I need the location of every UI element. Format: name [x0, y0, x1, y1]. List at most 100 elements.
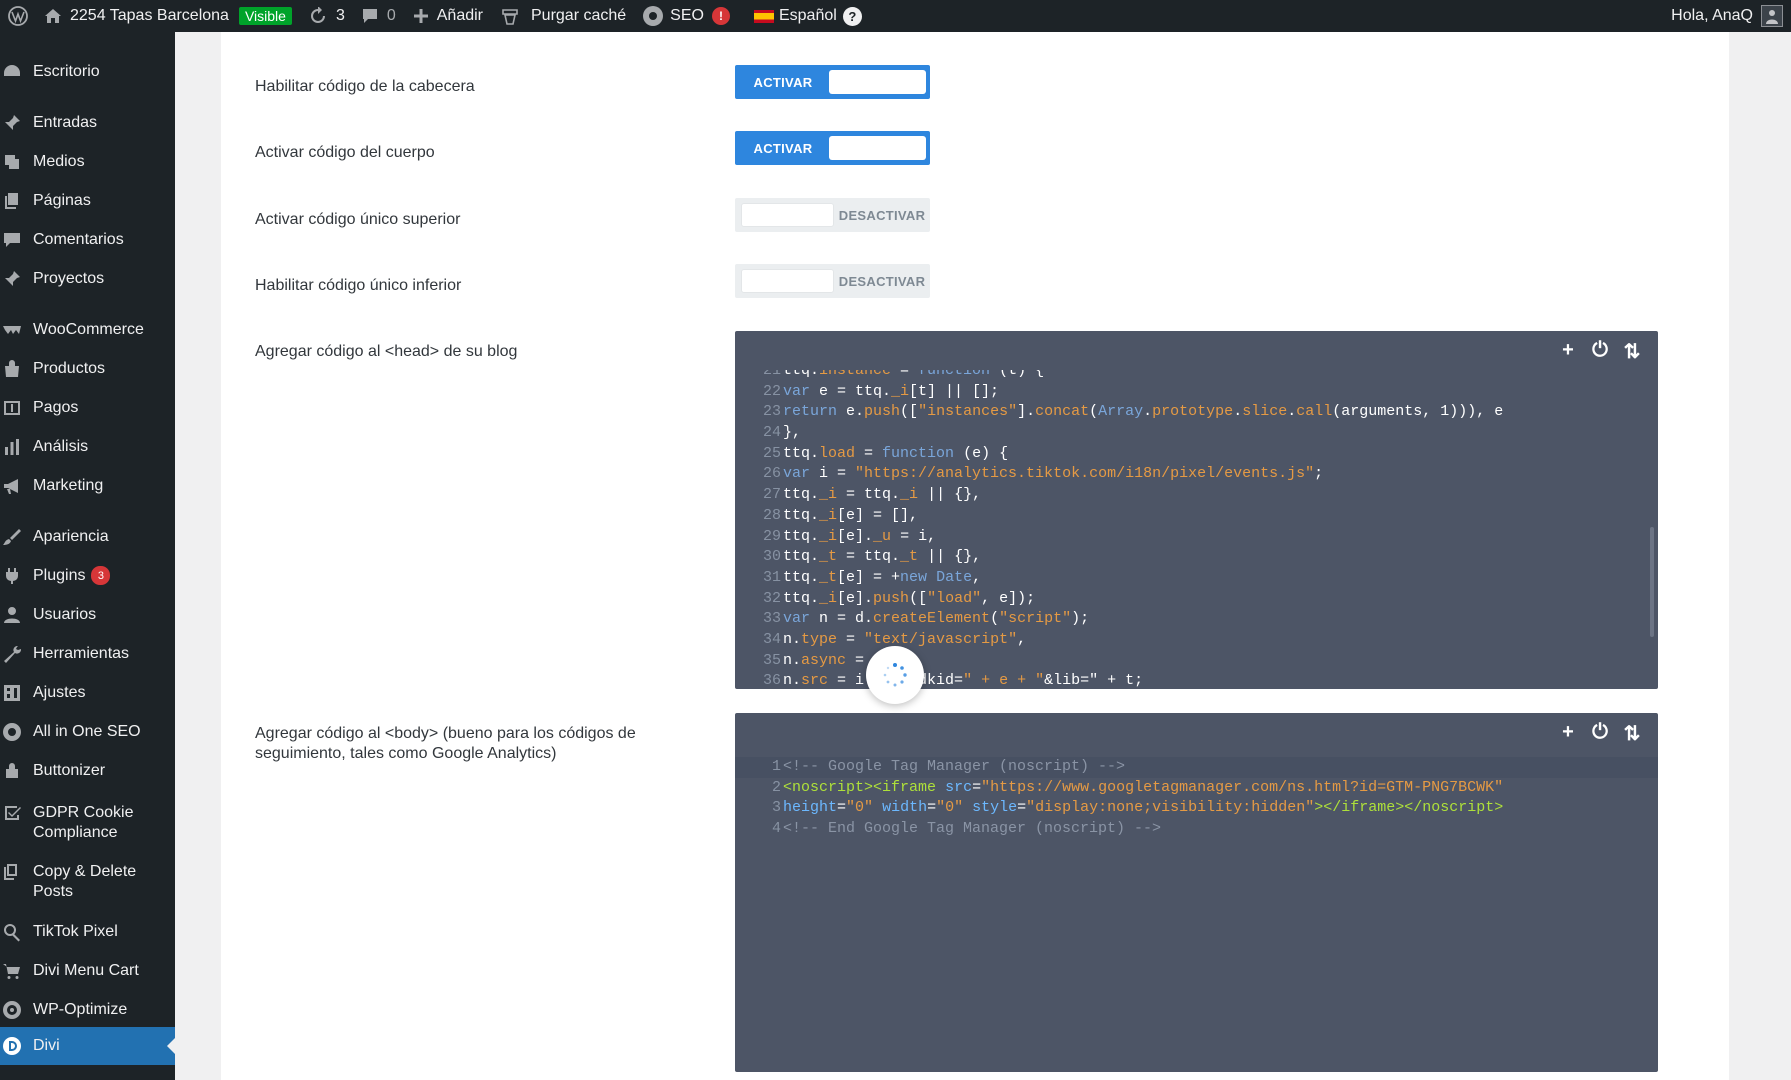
sidebar-item-proyectos[interactable]: Proyectos [0, 269, 175, 289]
sidebar-item-productos[interactable]: Productos [0, 359, 175, 379]
help-icon[interactable]: ? [842, 6, 862, 26]
sidebar-item-copy-delete-posts[interactable]: Copy & Delete Posts [0, 862, 175, 902]
add-icon[interactable]: + [1558, 339, 1578, 364]
power-icon[interactable]: ⏻ [1590, 339, 1610, 364]
single-bottom-code-toggle[interactable]: DESACTIVAR [735, 264, 930, 298]
editor-toolbar: + ⏻ ⇅ [1558, 339, 1642, 364]
sidebar-item-label: Páginas [33, 192, 91, 209]
body-code-editor-label: Agregar código al <body> (bueno para los… [255, 725, 636, 762]
dashboard-icon [0, 62, 33, 82]
code-text: ttq._i[e].push(["load", e]); [783, 589, 1036, 607]
code-text: ttq._i = ttq._i || {}, [783, 486, 982, 504]
spain-flag-icon [753, 9, 774, 23]
sidebar-item-herramientas[interactable]: Herramientas [0, 644, 175, 664]
code-text: height="0" width="0" style="display:none… [783, 799, 1504, 817]
toggle-knob [829, 70, 926, 94]
settings-panel: Habilitar código de la cabecera ACTIVAR … [221, 32, 1729, 1080]
wordpress-logo-icon[interactable] [0, 0, 36, 32]
purge-cache-icon [502, 9, 518, 25]
pin-icon [0, 269, 33, 289]
sidebar-item-apariencia[interactable]: Apariencia [0, 527, 175, 547]
code-text: <noscript><iframe src="https://www.googl… [783, 778, 1504, 796]
check-shield-icon [0, 803, 33, 823]
line-number: 33 [762, 610, 781, 628]
code-line: 24}, [735, 423, 1658, 444]
comment-icon [362, 9, 377, 23]
sidebar-item-plugins[interactable]: Plugins 3 [0, 566, 175, 586]
sidebar-item-comentarios[interactable]: Comentarios [0, 230, 175, 250]
sort-icon[interactable]: ⇅ [1622, 721, 1642, 746]
woo-icon [0, 320, 33, 340]
sidebar-item-usuarios[interactable]: Usuarios [0, 605, 175, 625]
aioseo-icon [0, 722, 33, 742]
sidebar-item-label: Pagos [33, 399, 79, 416]
sidebar-item-páginas[interactable]: Páginas [0, 191, 175, 211]
avatar[interactable] [1761, 5, 1783, 27]
code-area[interactable]: 1 <!-- Google Tag Manager (noscript) --> 2… [735, 757, 1658, 840]
sidebar-item-entradas[interactable]: Entradas [0, 113, 175, 133]
sidebar-item-escritorio[interactable]: Escritorio [0, 62, 175, 82]
code-line: 33 var n = d.createElement("script"); [735, 609, 1658, 630]
single-top-code-toggle[interactable]: DESACTIVAR [735, 198, 930, 232]
header-code-toggle[interactable]: ACTIVAR [735, 65, 930, 99]
user-greeting[interactable]: Hola, AnaQ [1671, 7, 1753, 25]
sidebar-item-label: Divi [33, 1037, 60, 1054]
sidebar-item-medios[interactable]: Medios [0, 152, 175, 172]
toggle-state-label: DESACTIVAR [838, 273, 926, 289]
editor-scrollbar[interactable] [1650, 527, 1654, 637]
chart-icon [0, 437, 33, 457]
copy-icon [0, 862, 33, 882]
sidebar-item-marketing[interactable]: Marketing [0, 476, 175, 496]
head-code-editor[interactable]: + ⏻ ⇅ 21 ttq.instance = function (t) {22 v… [735, 331, 1658, 689]
sidebar-item-label: Copy & Delete Posts [33, 863, 137, 900]
code-line: 31 ttq._t[e] = +new Date, [735, 568, 1658, 589]
sidebar-item-gdpr-cookie-compliance[interactable]: GDPR Cookie Compliance [0, 803, 175, 843]
pin-icon [0, 113, 33, 133]
add-new-link[interactable]: Añadir [404, 0, 491, 32]
sidebar-item-label: Usuarios [33, 606, 97, 623]
sidebar-item-tiktok-pixel[interactable]: TikTok Pixel [0, 922, 175, 942]
toggle-knob [829, 136, 926, 160]
body-code-editor[interactable]: + ⏻ ⇅ 1 <!-- Google Tag Manager (noscript… [735, 713, 1658, 1072]
sidebar-item-all-in-one-seo[interactable]: All in One SEO [0, 722, 175, 742]
refresh-icon [310, 7, 325, 23]
comments-link[interactable]: 0 [353, 0, 404, 32]
visible-badge[interactable]: Visible [238, 7, 292, 25]
code-text: ttq.load = function (e) { [783, 444, 1009, 462]
power-icon[interactable]: ⏻ [1590, 721, 1610, 746]
sidebar-item-label: Proyectos [33, 270, 105, 287]
code-line: 23 return e.push(["instances"].concat(Arr… [735, 402, 1658, 423]
sidebar-item-woocommerce[interactable]: WooCommerce [0, 320, 175, 340]
sidebar-item-label: Productos [33, 360, 106, 377]
sidebar-item-wp-optimize[interactable]: WP-Optimize [0, 1000, 175, 1020]
buttonizer-icon [0, 761, 33, 781]
site-name-link[interactable]: 2254 Tapas Barcelona Visible [36, 0, 300, 32]
purge-cache-link[interactable]: Purgar caché [491, 0, 634, 32]
code-line: 29 ttq._i[e]._u = i, [735, 527, 1658, 548]
sidebar-item-divi[interactable]: Divi [0, 1027, 175, 1065]
code-line: 26 var i = "https://analytics.tiktok.com/… [735, 464, 1658, 485]
updates-link[interactable]: 3 [300, 0, 353, 32]
code-text: return e.push(["instances"].concat(Array… [783, 403, 1504, 421]
sidebar-item-divi-menu-cart[interactable]: Divi Menu Cart [0, 961, 175, 981]
code-area[interactable]: 21 ttq.instance = function (t) {22 var e =… [735, 370, 1658, 689]
comments-count: 0 [386, 7, 396, 24]
code-line: 3 height="0" width="0" style="display:non… [735, 798, 1658, 819]
body-code-toggle[interactable]: ACTIVAR [735, 131, 930, 165]
language-switcher[interactable]: Español ? [746, 0, 870, 32]
line-number: 2 [771, 778, 781, 796]
language-label: Español [778, 7, 837, 24]
sidebar-item-análisis[interactable]: Análisis [0, 437, 175, 457]
add-icon[interactable]: + [1558, 721, 1578, 746]
seo-menu[interactable]: SEO ! [634, 0, 738, 32]
sidebar-item-ajustes[interactable]: Ajustes [0, 683, 175, 703]
add-new-label: Añadir [436, 7, 483, 24]
sidebar-item-buttonizer[interactable]: Buttonizer [0, 761, 175, 781]
sidebar-item-pagos[interactable]: Pagos [0, 398, 175, 418]
line-number: 26 [762, 465, 781, 483]
code-line: 32 ttq._i[e].push(["load", e]); [735, 589, 1658, 610]
line-number: 34 [762, 630, 781, 648]
sort-icon[interactable]: ⇅ [1622, 339, 1642, 364]
wrench-icon [0, 644, 33, 664]
bag-icon [0, 359, 33, 379]
